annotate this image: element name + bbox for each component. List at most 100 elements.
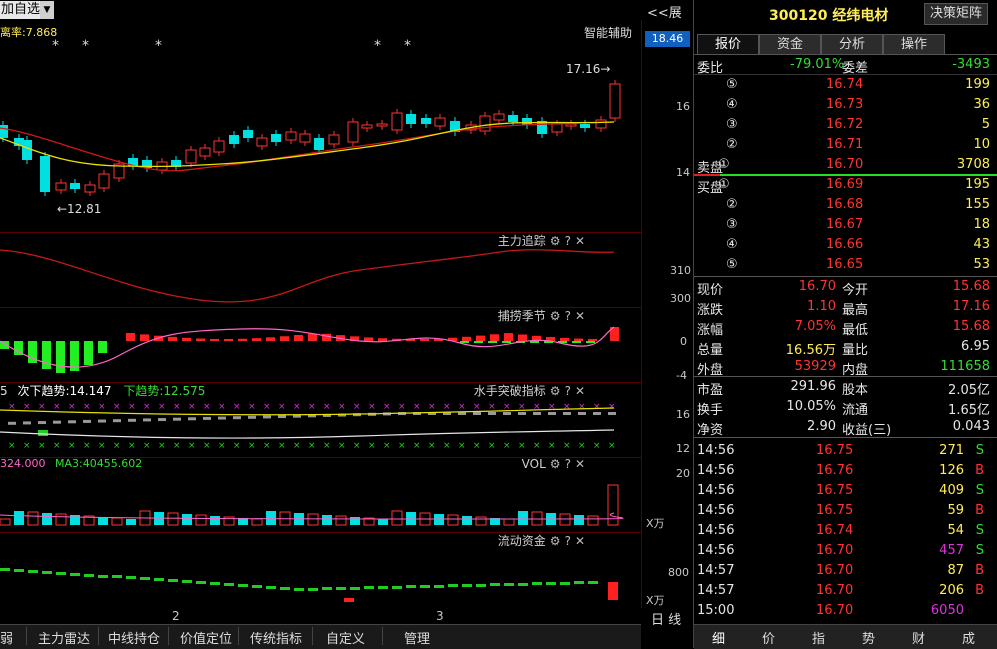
liudong-bar xyxy=(98,575,108,578)
help-icon[interactable]: ? xyxy=(565,384,571,398)
tab-guanli[interactable]: 管理 xyxy=(404,628,430,647)
candle xyxy=(70,183,80,189)
tab-zhi[interactable]: 指 xyxy=(812,628,825,647)
tab-zijin[interactable]: 资金 xyxy=(759,34,821,54)
tab-baojia[interactable]: 报价 xyxy=(697,34,759,54)
close-icon[interactable]: ✕ xyxy=(575,534,585,548)
candle xyxy=(229,135,239,144)
candle xyxy=(565,123,577,127)
vol-bar xyxy=(111,517,123,526)
tab-cheng[interactable]: 成 xyxy=(962,628,975,647)
fund-value: 2.90 xyxy=(807,419,836,434)
vol-bar xyxy=(98,517,108,525)
shuishou-x-mark: × xyxy=(98,402,106,412)
svg-text:*: * xyxy=(52,38,59,54)
help-icon[interactable]: ? xyxy=(565,457,571,471)
stat-label: 涨幅 xyxy=(697,323,724,338)
shuishou-block xyxy=(203,416,211,420)
indicator-tabs: 弱 主力雷达 中线持仓 价值定位 传统指标 自定义 管理 xyxy=(0,624,641,649)
buzhuo-bars xyxy=(0,327,619,373)
tab-zhuli-radar[interactable]: 主力雷达 xyxy=(38,628,90,647)
buzhuo-bar xyxy=(364,337,373,341)
liudong-bar xyxy=(546,582,556,585)
candle xyxy=(84,184,96,193)
candle xyxy=(328,134,340,145)
decision-matrix-button[interactable]: 决策矩阵 xyxy=(924,3,988,25)
add-favorite-dropdown[interactable]: ▼ xyxy=(40,1,54,19)
close-icon[interactable]: ✕ xyxy=(575,384,585,398)
buzhuo-bar xyxy=(476,335,485,341)
vol-bar xyxy=(587,515,599,526)
gear-icon[interactable]: ⚙ xyxy=(550,309,561,323)
tab-jiazhi[interactable]: 价值定位 xyxy=(180,628,232,647)
buzhuo-bar xyxy=(196,338,205,341)
tick-side: B xyxy=(975,583,984,598)
stat-value-2: 6.95 xyxy=(961,339,990,354)
shuishou-x-mark: × xyxy=(83,402,91,412)
svg-text:*: * xyxy=(404,38,411,54)
candle xyxy=(361,124,373,129)
liudong-bar xyxy=(280,587,290,590)
tick-volume: 126 xyxy=(939,463,964,478)
tab-caozuo[interactable]: 操作 xyxy=(883,34,945,54)
vol-bar xyxy=(559,513,571,526)
fund-label: 市盈 xyxy=(697,383,724,398)
tick-time: 14:56 xyxy=(697,543,735,558)
buzhuo-tick-b: -4 xyxy=(676,369,687,382)
shuishou-x-mark: × xyxy=(278,402,286,412)
gear-icon[interactable]: ⚙ xyxy=(550,457,561,471)
ask-price: 16.72 xyxy=(826,117,864,132)
shuishou-x-mark: × xyxy=(548,441,556,451)
shuishou-x-mark: × xyxy=(593,402,601,412)
fund-label-2: 收益(三) xyxy=(842,423,892,438)
day-line-button[interactable]: 日 线 xyxy=(651,609,681,628)
buzhuo-bar xyxy=(322,333,331,341)
buzhuo-bar xyxy=(518,334,527,341)
close-icon[interactable]: ✕ xyxy=(575,234,585,248)
tab-zidingyi[interactable]: 自定义 xyxy=(326,628,365,647)
shuishou-block xyxy=(143,418,151,422)
tab-cai[interactable]: 财 xyxy=(912,628,925,647)
shuishou-x-mark: × xyxy=(473,402,481,412)
help-icon[interactable]: ? xyxy=(565,234,571,248)
tab-xi[interactable]: 细 xyxy=(712,628,725,647)
shuishou-x-mark: × xyxy=(353,402,361,412)
help-icon[interactable]: ? xyxy=(565,534,571,548)
buzhuo-bar xyxy=(378,338,387,341)
liudong-bar xyxy=(308,588,318,591)
buzhuo-bar xyxy=(84,341,93,365)
tab-weak[interactable]: 弱 xyxy=(0,628,13,647)
gear-icon[interactable]: ⚙ xyxy=(550,234,561,248)
tick-volume: 87 xyxy=(947,563,964,578)
liudong-bar xyxy=(14,569,24,572)
add-favorite-button[interactable]: 加自选 xyxy=(0,1,41,19)
tab-chuantong[interactable]: 传统指标 xyxy=(250,628,302,647)
bid-price: 16.65 xyxy=(826,257,864,272)
tab-shi[interactable]: 势 xyxy=(862,628,875,647)
shuishou-x-mark: × xyxy=(143,441,151,451)
shuishou-block xyxy=(38,421,46,425)
tick-row: 14:56 16.70 457 S xyxy=(694,541,994,561)
tick-row: 14:56 16.76 126 B xyxy=(694,461,994,481)
candle-axis: 18.46 16 14 xyxy=(641,20,693,232)
candle xyxy=(391,112,403,131)
liudong-bar xyxy=(294,588,304,591)
gear-icon[interactable]: ⚙ xyxy=(550,534,561,548)
tab-zhongxian[interactable]: 中线持仓 xyxy=(108,628,160,647)
tick-row: 14:57 16.70 87 B xyxy=(694,561,994,581)
liudong-bar xyxy=(266,586,276,589)
bid-level: ① xyxy=(718,177,730,192)
shuishou-x-mark: × xyxy=(263,441,271,451)
shuishou-x-mark: × xyxy=(158,402,166,412)
close-icon[interactable]: ✕ xyxy=(575,309,585,323)
shuishou-block xyxy=(473,412,481,415)
help-icon[interactable]: ? xyxy=(565,309,571,323)
tick-price: 16.75 xyxy=(816,443,854,458)
shuishou-x-mark: × xyxy=(128,441,136,451)
shuishou-block xyxy=(263,415,271,419)
tab-fenxi[interactable]: 分析 xyxy=(821,34,883,54)
tab-jia[interactable]: 价 xyxy=(762,628,775,647)
gear-icon[interactable]: ⚙ xyxy=(550,384,561,398)
close-icon[interactable]: ✕ xyxy=(575,457,585,471)
vol-bar xyxy=(434,514,444,525)
